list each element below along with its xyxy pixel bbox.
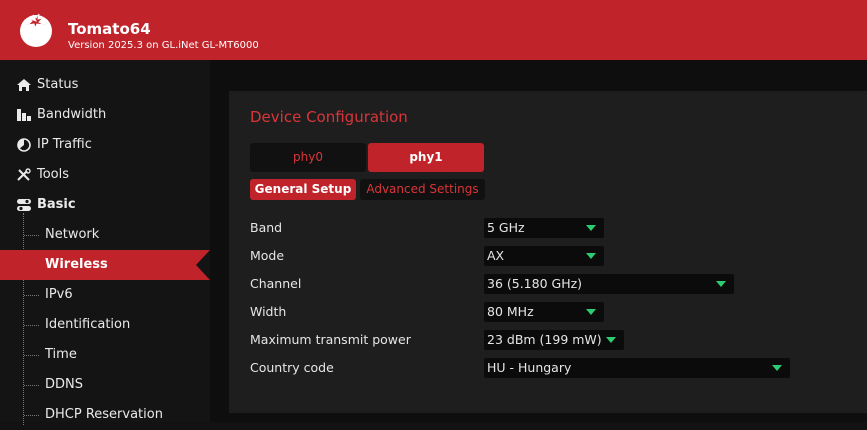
tree-connector [24,385,39,386]
sidebar-item-dhcp-reservation[interactable]: DHCP Reservation [0,400,210,430]
width-value: 80 MHz [487,304,534,319]
chevron-down-icon [586,253,596,259]
bar-chart-icon [17,109,31,121]
chevron-down-icon [606,337,616,343]
chevron-down-icon [716,281,726,287]
sidebar-item-tools[interactable]: Tools [0,160,210,190]
country-code-select[interactable]: HU - Hungary [484,358,790,378]
country-code-label: Country code [250,360,334,375]
sidebar-item-ip-traffic[interactable]: IP Traffic [0,130,210,160]
mode-select[interactable]: AX [484,246,604,266]
channel-label: Channel [250,276,302,291]
mode-value: AX [487,248,505,263]
channel-value: 36 (5.180 GHz) [487,276,583,291]
width-label: Width [250,304,287,319]
app-header: Tomato64 Version 2025.3 on GL.iNet GL-MT… [0,0,867,60]
tomato-icon [20,13,52,47]
band-label: Band [250,220,283,235]
tab-general-setup[interactable]: General Setup [250,179,356,200]
width-select[interactable]: 80 MHz [484,302,604,322]
tree-connector [24,325,39,326]
sidebar-item-label: IP Traffic [37,137,92,152]
pie-chart-icon [17,138,31,152]
sidebar-item-time[interactable]: Time [0,340,210,370]
page-title: Device Configuration [250,108,408,126]
sidebar-item-ipv6[interactable]: IPv6 [0,280,210,310]
toggle-icon [17,199,31,211]
band-select[interactable]: 5 GHz [484,218,604,238]
app-title: Tomato64 [68,20,151,38]
sidebar-item-label: Identification [45,317,131,332]
max-transmit-power-label: Maximum transmit power [250,332,411,347]
sidebar-item-bandwidth[interactable]: Bandwidth [0,100,210,130]
sidebar-item-label: IPv6 [45,287,73,302]
home-icon [17,79,31,91]
sidebar-item-label: DDNS [45,377,83,392]
country-code-value: HU - Hungary [487,360,572,375]
tab-phy1[interactable]: phy1 [368,143,484,172]
sidebar-item-label: Bandwidth [37,107,107,122]
chevron-down-icon [586,309,596,315]
sidebar-item-label: Wireless [45,257,108,272]
max-transmit-power-value: 23 dBm (199 mW) [487,332,602,347]
tab-advanced-settings[interactable]: Advanced Settings [360,179,485,200]
sidebar-item-label: DHCP Reservation [45,407,163,422]
app-version: Version 2025.3 on GL.iNet GL-MT6000 [68,40,259,51]
sidebar-item-basic[interactable]: Basic [0,190,210,220]
sidebar-item-label: Network [45,227,100,242]
tree-connector [24,415,39,416]
sidebar-item-label: Time [45,347,77,362]
sidebar-item-wireless[interactable]: Wireless [0,250,210,280]
sidebar-item-identification[interactable]: Identification [0,310,210,340]
chevron-down-icon [772,365,782,371]
sidebar-item-network[interactable]: Network [0,220,210,250]
mode-label: Mode [250,248,285,263]
sidebar-item-ddns[interactable]: DDNS [0,370,210,400]
band-value: 5 GHz [487,220,525,235]
tools-icon [17,168,31,181]
chevron-down-icon [586,225,596,231]
sidebar-item-label: Basic [37,197,76,212]
active-arrow [196,250,210,280]
max-transmit-power-select[interactable]: 23 dBm (199 mW) [484,330,624,350]
sidebar-item-label: Tools [37,167,70,182]
tree-connector [24,355,39,356]
tab-phy0[interactable]: phy0 [250,143,366,172]
tree-connector [24,235,39,236]
sidebar-item-label: Status [37,77,79,92]
tree-connector [24,295,39,296]
sidebar-item-status[interactable]: Status [0,70,210,100]
channel-select[interactable]: 36 (5.180 GHz) [484,274,734,294]
